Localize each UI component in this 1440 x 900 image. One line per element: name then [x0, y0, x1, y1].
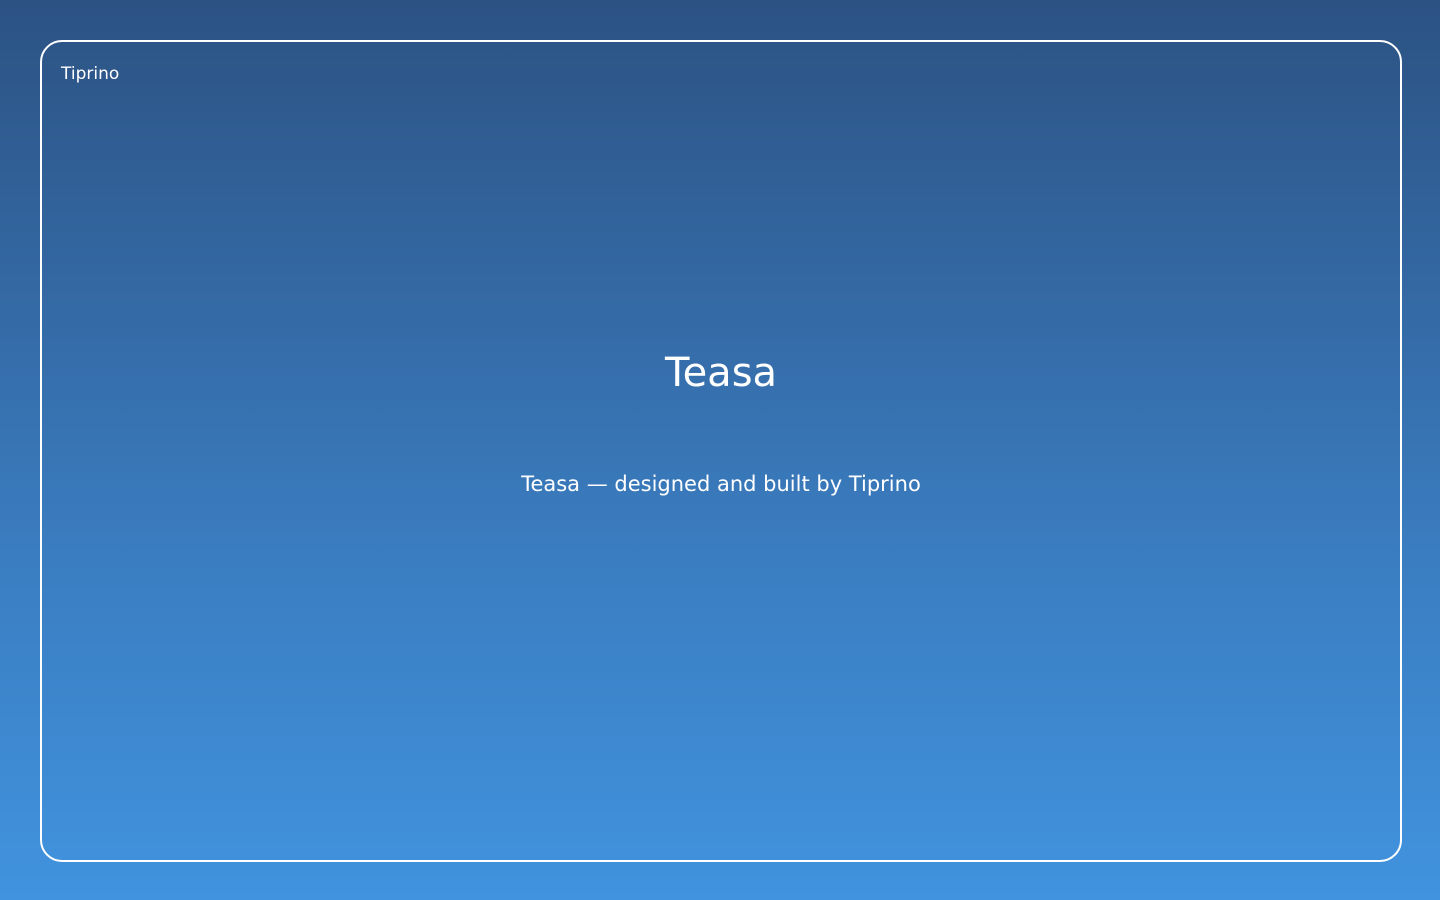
page: { "header": { "brand": "Tiprino" }, "mai… — [0, 0, 1440, 900]
content-frame: Tiprino Teasa Teasa — designed and built… — [40, 40, 1402, 862]
page-title: Teasa — [664, 350, 778, 396]
page-subtitle: Teasa — designed and built by Tiprino — [521, 472, 921, 496]
brand-label: Tiprino — [61, 64, 120, 84]
